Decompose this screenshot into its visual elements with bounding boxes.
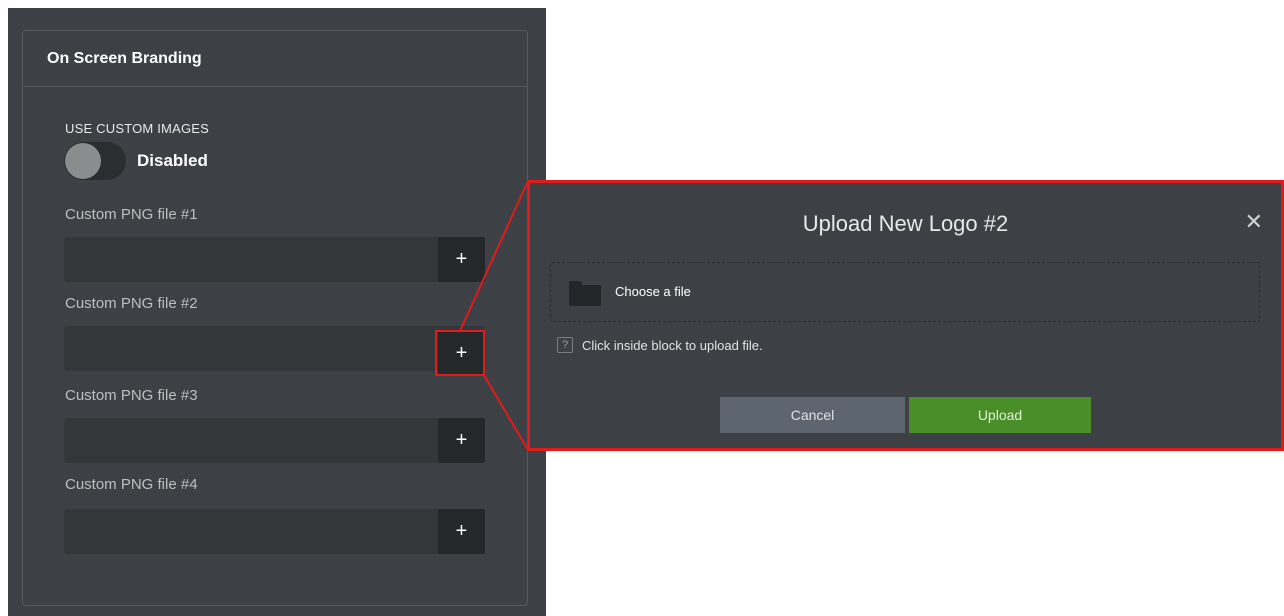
help-icon: ? bbox=[557, 337, 573, 353]
plus-icon: + bbox=[455, 429, 468, 451]
plus-icon: + bbox=[455, 520, 468, 542]
plus-icon: + bbox=[455, 248, 468, 270]
use-custom-images-label: USE CUSTOM IMAGES bbox=[65, 121, 210, 136]
cancel-button[interactable]: Cancel bbox=[720, 397, 905, 433]
add-file-4-button[interactable]: + bbox=[438, 509, 485, 554]
choose-file-text: Choose a file bbox=[615, 284, 691, 299]
file-drop-zone[interactable]: Choose a file bbox=[550, 262, 1260, 322]
toggle-state-label: Disabled bbox=[137, 151, 208, 170]
folder-icon bbox=[569, 281, 601, 306]
modal-title: Upload New Logo #2 bbox=[802, 211, 1009, 236]
custom-png-file-4-field[interactable] bbox=[64, 509, 485, 554]
toggle-knob bbox=[65, 143, 101, 179]
upload-button[interactable]: Upload bbox=[909, 397, 1091, 433]
add-file-3-button[interactable]: + bbox=[438, 418, 485, 463]
custom-png-file-2-field[interactable] bbox=[64, 326, 485, 371]
screenshot-stage: On Screen Branding USE CUSTOM IMAGES Dis… bbox=[0, 0, 1284, 616]
add-file-1-button[interactable]: + bbox=[438, 237, 485, 282]
custom-png-file-1-field[interactable] bbox=[64, 237, 485, 282]
custom-png-file-3-label: Custom PNG file #3 bbox=[65, 387, 198, 404]
custom-png-file-2-label: Custom PNG file #2 bbox=[65, 295, 198, 312]
card-title: On Screen Branding bbox=[47, 49, 202, 67]
highlight-box bbox=[435, 330, 485, 376]
card-header: On Screen Branding bbox=[23, 31, 527, 87]
close-icon[interactable]: ✕ bbox=[1245, 209, 1263, 235]
upload-help-text: Click inside block to upload file. bbox=[582, 338, 763, 353]
custom-png-file-4-label: Custom PNG file #4 bbox=[65, 476, 198, 493]
upload-logo-modal: Upload New Logo #2 ✕ Choose a file ? Cli… bbox=[527, 180, 1284, 451]
custom-png-file-3-field[interactable] bbox=[64, 418, 485, 463]
custom-png-file-1-label: Custom PNG file #1 bbox=[65, 206, 198, 223]
custom-images-toggle[interactable] bbox=[64, 142, 126, 180]
